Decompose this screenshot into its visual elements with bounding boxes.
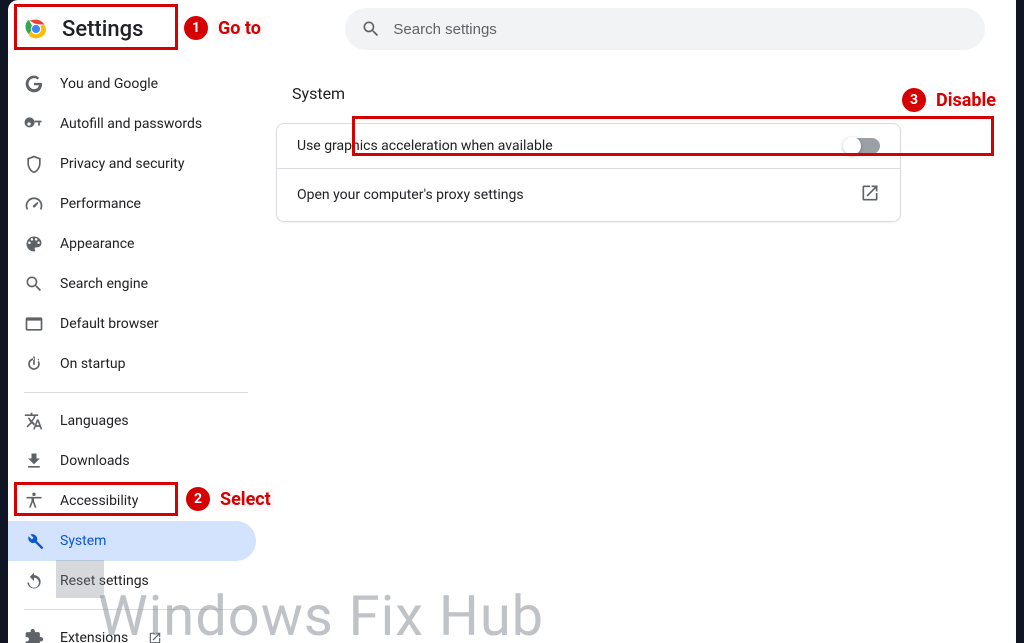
- sidebar-item-label: You and Google: [60, 76, 158, 92]
- sidebar-item-label: Autofill and passwords: [60, 116, 202, 132]
- sidebar-item-languages[interactable]: Languages: [8, 401, 256, 441]
- sidebar-item-privacy[interactable]: Privacy and security: [8, 144, 256, 184]
- sidebar-item-label: On startup: [60, 356, 126, 372]
- body: You and Google Autofill and passwords Pr…: [8, 64, 1016, 643]
- sidebar-item-label: Default browser: [60, 316, 159, 332]
- search-icon: [24, 274, 44, 294]
- search-input[interactable]: [393, 21, 969, 38]
- speedometer-icon: [24, 194, 44, 214]
- settings-card: Use graphics acceleration when available…: [276, 123, 901, 222]
- sidebar-item-label: Downloads: [60, 453, 130, 469]
- launch-icon: [148, 631, 162, 643]
- row-proxy-settings[interactable]: Open your computer's proxy settings: [277, 169, 900, 221]
- sidebar-item-autofill[interactable]: Autofill and passwords: [8, 104, 256, 144]
- browser-icon: [24, 314, 44, 334]
- chrome-logo-icon: [22, 15, 50, 43]
- sidebar-item-system[interactable]: System: [8, 521, 256, 561]
- sidebar-item-search-engine[interactable]: Search engine: [8, 264, 256, 304]
- chrome-settings-window: Settings You and Google Autofill and pas…: [8, 0, 1016, 643]
- header: Settings: [8, 0, 1016, 64]
- sidebar-item-default-browser[interactable]: Default browser: [8, 304, 256, 344]
- google-g-icon: [24, 74, 44, 94]
- row-label: Open your computer's proxy settings: [297, 187, 524, 203]
- key-icon: [24, 114, 44, 134]
- palette-icon: [24, 234, 44, 254]
- reset-icon: [24, 571, 44, 591]
- sidebar-item-accessibility[interactable]: Accessibility: [8, 481, 256, 521]
- launch-icon: [860, 183, 880, 207]
- sidebar-item-performance[interactable]: Performance: [8, 184, 256, 224]
- sidebar-item-reset[interactable]: Reset settings: [8, 561, 256, 601]
- section-title: System: [272, 84, 1012, 103]
- sidebar-item-label: Accessibility: [60, 493, 138, 509]
- translate-icon: [24, 411, 44, 431]
- power-icon: [24, 354, 44, 374]
- sidebar-item-label: Performance: [60, 196, 141, 212]
- row-label: Use graphics acceleration when available: [297, 138, 553, 154]
- sidebar-item-label: Languages: [60, 413, 129, 429]
- accessibility-icon: [24, 491, 44, 511]
- sidebar-divider: [24, 392, 248, 393]
- sidebar-divider: [24, 609, 248, 610]
- main-content: System Use graphics acceleration when av…: [268, 64, 1016, 643]
- sidebar: You and Google Autofill and passwords Pr…: [8, 64, 268, 643]
- shield-icon: [24, 154, 44, 174]
- row-graphics-acceleration[interactable]: Use graphics acceleration when available: [277, 124, 900, 168]
- extension-icon: [24, 628, 44, 643]
- sidebar-item-extensions[interactable]: Extensions: [8, 618, 256, 643]
- sidebar-item-label: Search engine: [60, 276, 148, 292]
- sidebar-item-you-and-google[interactable]: You and Google: [8, 64, 256, 104]
- sidebar-item-label: Extensions: [60, 630, 128, 643]
- sidebar-item-downloads[interactable]: Downloads: [8, 441, 256, 481]
- search-bar[interactable]: [345, 8, 985, 50]
- search-icon: [361, 19, 381, 39]
- sidebar-item-label: Reset settings: [60, 573, 149, 589]
- toggle-graphics-acceleration[interactable]: [844, 138, 880, 154]
- sidebar-item-appearance[interactable]: Appearance: [8, 224, 256, 264]
- sidebar-item-label: Privacy and security: [60, 156, 184, 172]
- sidebar-item-label: Appearance: [60, 236, 134, 252]
- sidebar-item-on-startup[interactable]: On startup: [8, 344, 256, 384]
- page-title: Settings: [62, 17, 143, 42]
- sidebar-item-label: System: [60, 533, 106, 549]
- download-icon: [24, 451, 44, 471]
- wrench-icon: [24, 531, 44, 551]
